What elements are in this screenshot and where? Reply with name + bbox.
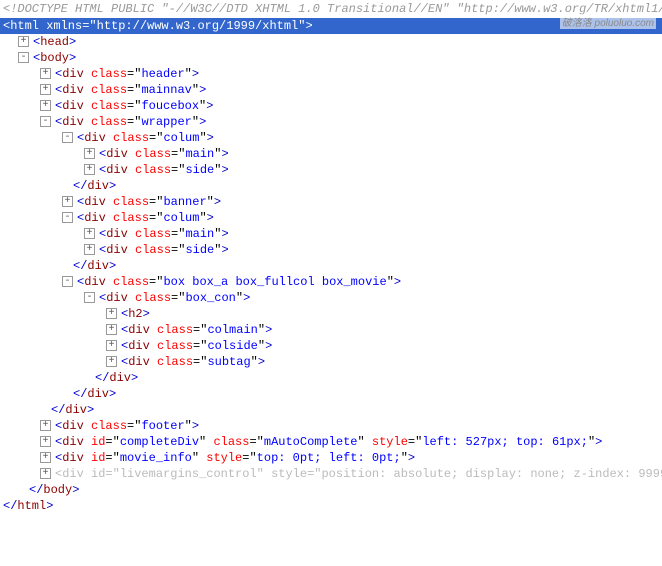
expand-icon[interactable]: +: [62, 196, 73, 207]
expand-icon[interactable]: +: [40, 436, 51, 447]
main-div-2[interactable]: +<div class="main">: [0, 226, 662, 242]
subtag-div[interactable]: +<div class="subtag">: [0, 354, 662, 370]
completediv-div[interactable]: +<div id="completeDiv" class="mAutoCompl…: [0, 434, 662, 450]
header-div[interactable]: +<div class="header">: [0, 66, 662, 82]
box-con-div[interactable]: -<div class="box_con">: [0, 290, 662, 306]
expand-icon[interactable]: +: [40, 420, 51, 431]
foucebox-div[interactable]: +<div class="foucebox">: [0, 98, 662, 114]
head-node[interactable]: +<head>: [0, 34, 662, 50]
colum-div-2[interactable]: -<div class="colum">: [0, 210, 662, 226]
side-div[interactable]: +<div class="side">: [0, 162, 662, 178]
colside-div[interactable]: +<div class="colside">: [0, 338, 662, 354]
expand-icon[interactable]: +: [84, 228, 95, 239]
expand-icon[interactable]: +: [18, 36, 29, 47]
close-div: </div>: [0, 178, 662, 194]
expand-icon[interactable]: +: [106, 324, 117, 335]
body-node[interactable]: -<body>: [0, 50, 662, 66]
expand-icon[interactable]: +: [84, 244, 95, 255]
mainnav-div[interactable]: +<div class="mainnav">: [0, 82, 662, 98]
close-div: </div>: [0, 258, 662, 274]
close-html: </html>: [0, 498, 662, 514]
expand-icon[interactable]: +: [40, 468, 51, 479]
expand-icon[interactable]: +: [106, 340, 117, 351]
expand-icon[interactable]: +: [84, 164, 95, 175]
expand-icon[interactable]: +: [106, 308, 117, 319]
footer-div[interactable]: +<div class="footer">: [0, 418, 662, 434]
banner-div[interactable]: +<div class="banner">: [0, 194, 662, 210]
close-div: </div>: [0, 370, 662, 386]
expand-icon[interactable]: +: [40, 68, 51, 79]
watermark: 破洛洛 poluoluo.com: [560, 14, 656, 29]
expand-icon[interactable]: +: [40, 100, 51, 111]
wrapper-div[interactable]: -<div class="wrapper">: [0, 114, 662, 130]
colum-div[interactable]: -<div class="colum">: [0, 130, 662, 146]
h2-node[interactable]: +<h2>: [0, 306, 662, 322]
expand-icon[interactable]: +: [40, 452, 51, 463]
collapse-icon[interactable]: -: [62, 212, 73, 223]
expand-icon[interactable]: +: [40, 84, 51, 95]
expand-icon[interactable]: +: [84, 148, 95, 159]
close-div: </div>: [0, 402, 662, 418]
collapse-icon[interactable]: -: [62, 132, 73, 143]
side-div-2[interactable]: +<div class="side">: [0, 242, 662, 258]
close-body: </body>: [0, 482, 662, 498]
collapse-icon[interactable]: -: [18, 52, 29, 63]
main-div[interactable]: +<div class="main">: [0, 146, 662, 162]
box-movie-div[interactable]: -<div class="box box_a box_fullcol box_m…: [0, 274, 662, 290]
livemargins-div[interactable]: +<div id="livemargins_control" style="po…: [0, 466, 662, 482]
collapse-icon[interactable]: -: [62, 276, 73, 287]
collapse-icon[interactable]: -: [84, 292, 95, 303]
close-div: </div>: [0, 386, 662, 402]
movie-info-div[interactable]: +<div id="movie_info" style="top: 0pt; l…: [0, 450, 662, 466]
collapse-icon[interactable]: -: [40, 116, 51, 127]
colmain-div[interactable]: +<div class="colmain">: [0, 322, 662, 338]
expand-icon[interactable]: +: [106, 356, 117, 367]
